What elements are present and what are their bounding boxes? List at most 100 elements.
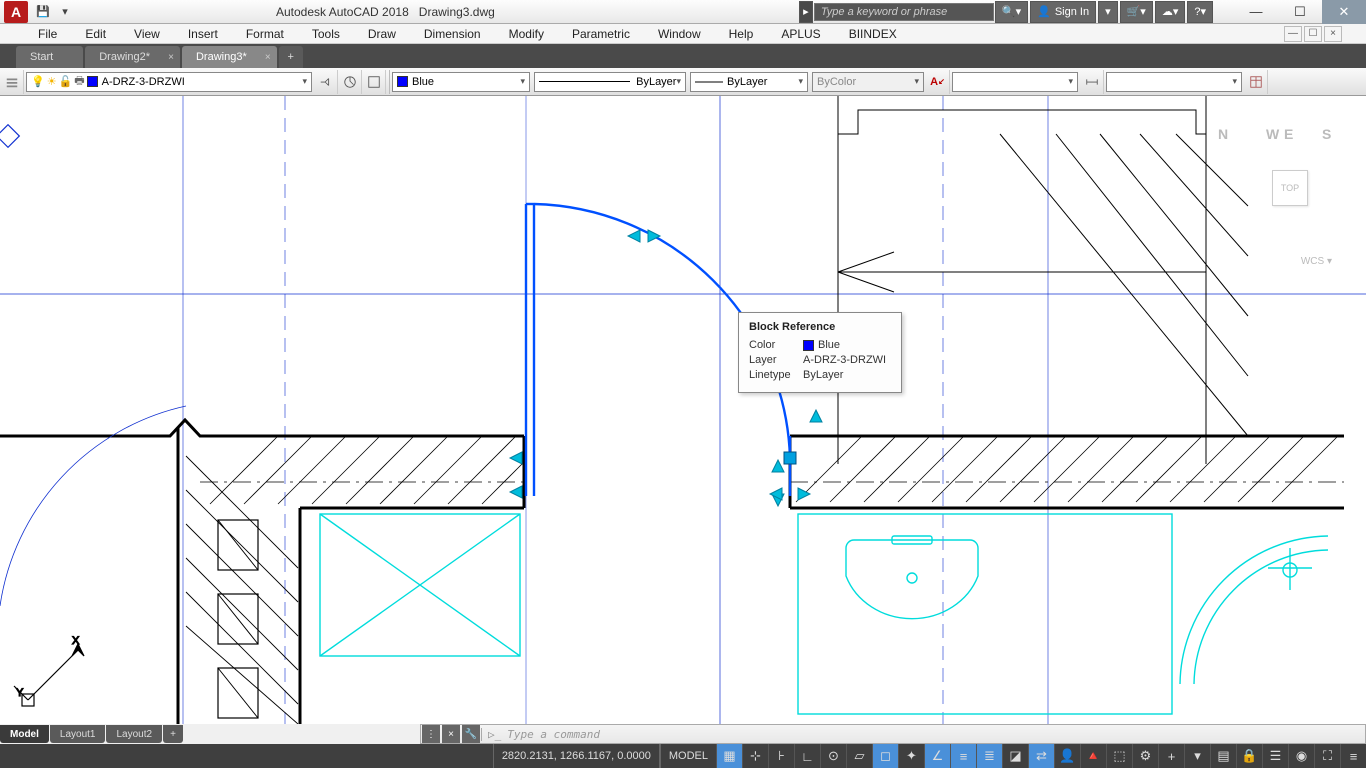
mdi-minimize-icon[interactable]: — xyxy=(1284,26,1302,42)
layout-tab-layout2[interactable]: Layout2 xyxy=(106,725,162,743)
command-input[interactable]: Type a command xyxy=(507,728,1365,741)
menu-parametric[interactable]: Parametric xyxy=(558,27,644,41)
menu-help[interactable]: Help xyxy=(715,27,768,41)
menu-tools[interactable]: Tools xyxy=(298,27,354,41)
cloud-icon[interactable]: ☁▾ xyxy=(1155,1,1186,23)
viewcube-top-face[interactable]: TOP xyxy=(1272,170,1308,206)
isodraft-button[interactable]: ▱ xyxy=(846,744,872,768)
search-arrow-icon[interactable]: ▸ xyxy=(799,1,813,23)
wcs-dropdown[interactable]: WCS ▾ xyxy=(1301,256,1332,267)
command-line[interactable]: ⋮ × 🔧 ▷_ Type a command xyxy=(420,724,1366,744)
coordinates-display[interactable]: 2820.2131, 1266.1167, 0.0000 xyxy=(493,744,660,768)
minimize-button[interactable]: — xyxy=(1234,0,1278,24)
3dosnap-button[interactable]: ✦ xyxy=(898,744,924,768)
cmdline-config-icon[interactable]: 🔧 xyxy=(462,725,480,743)
menu-insert[interactable]: Insert xyxy=(174,27,232,41)
qat-dropdown-icon[interactable]: ▾ xyxy=(54,2,76,22)
menu-modify[interactable]: Modify xyxy=(495,27,558,41)
doctab-drawing2[interactable]: Drawing2*× xyxy=(85,46,180,68)
menu-view[interactable]: View xyxy=(120,27,174,41)
viewcube[interactable]: E S N W TOP WCS ▾ xyxy=(1236,126,1336,286)
tablestyle-button[interactable] xyxy=(1244,70,1268,94)
qat-save-icon[interactable]: 💾 xyxy=(32,2,54,22)
svg-text:Y: Y xyxy=(16,687,24,699)
otrack-button[interactable]: ∠ xyxy=(924,744,950,768)
mdi-close-icon[interactable]: × xyxy=(1324,26,1342,42)
doctab-start[interactable]: Start xyxy=(16,46,83,68)
linetype-dropdown[interactable]: ByLayer ▾ xyxy=(534,72,686,92)
layer-match-button[interactable] xyxy=(314,70,338,94)
close-button[interactable]: ✕ xyxy=(1322,0,1366,24)
compass-e-icon: E xyxy=(1284,126,1293,142)
cmdline-handle-icon[interactable]: ⋮ xyxy=(422,725,440,743)
sun-icon: ☀ xyxy=(47,75,57,88)
search-button[interactable]: 🔍▾ xyxy=(995,1,1028,23)
textstyle-dropdown[interactable]: ▾ xyxy=(952,72,1078,92)
lineweight-button[interactable]: ≣ xyxy=(976,744,1002,768)
snap-button[interactable]: ⊹ xyxy=(742,744,768,768)
app-title: Autodesk AutoCAD 2018 Drawing3.dwg xyxy=(276,5,495,19)
menu-format[interactable]: Format xyxy=(232,27,298,41)
annotation-monitor-button[interactable]: + xyxy=(1158,744,1184,768)
dynamic-input-button[interactable]: ≡ xyxy=(950,744,976,768)
lock-ui-button[interactable]: 🔒 xyxy=(1236,744,1262,768)
app-logo[interactable]: A xyxy=(4,1,28,23)
menu-window[interactable]: Window xyxy=(644,27,715,41)
hardware-accel-button[interactable]: ◉ xyxy=(1288,744,1314,768)
layer-properties-button[interactable] xyxy=(0,70,24,94)
textstyle-button[interactable]: A↙ xyxy=(926,70,950,94)
doctab-drawing3[interactable]: Drawing3*× xyxy=(182,46,277,68)
selection-cycling-button[interactable]: ⇄ xyxy=(1028,744,1054,768)
layout-tab-layout1[interactable]: Layout1 xyxy=(50,725,106,743)
ortho-button[interactable]: ∟ xyxy=(794,744,820,768)
customize-button[interactable]: ≡ xyxy=(1340,744,1366,768)
close-icon[interactable]: × xyxy=(168,52,174,63)
transparency-button[interactable]: ◪ xyxy=(1002,744,1028,768)
menu-dimension[interactable]: Dimension xyxy=(410,27,495,41)
help-icon[interactable]: ?▾ xyxy=(1187,1,1213,23)
grid-button[interactable]: ▦ xyxy=(716,744,742,768)
layer-previous-button[interactable] xyxy=(338,70,362,94)
dimstyle-dropdown[interactable]: ▾ xyxy=(1106,72,1242,92)
close-icon[interactable]: × xyxy=(265,52,271,63)
color-swatch xyxy=(397,76,408,87)
cmdline-close-icon[interactable]: × xyxy=(442,725,460,743)
workspace-button[interactable]: ⚙ xyxy=(1132,744,1158,768)
menu-draw[interactable]: Draw xyxy=(354,27,410,41)
cart-icon[interactable]: 🛒▾ xyxy=(1120,1,1153,23)
lineweight-preview xyxy=(695,77,723,87)
layer-state-button[interactable] xyxy=(362,70,386,94)
plotstyle-dropdown[interactable]: ByColor ▾ xyxy=(812,72,924,92)
menu-edit[interactable]: Edit xyxy=(71,27,120,41)
menu-biindex[interactable]: BIINDEX xyxy=(835,27,911,41)
cleanscreen-button[interactable]: ⛶ xyxy=(1314,744,1340,768)
model-space-button[interactable]: MODEL xyxy=(660,744,716,768)
polar-button[interactable]: ⊙ xyxy=(820,744,846,768)
osnap-button[interactable]: ◻ xyxy=(872,744,898,768)
doctab-add[interactable]: + xyxy=(279,46,303,68)
chevron-down-icon: ▾ xyxy=(914,76,919,87)
quickprops-button[interactable]: ▤ xyxy=(1210,744,1236,768)
annoscale-button[interactable]: 🔺 xyxy=(1080,744,1106,768)
isolate-button[interactable]: ☰ xyxy=(1262,744,1288,768)
signin-button[interactable]: 👤 Sign In xyxy=(1030,1,1096,23)
menu-file[interactable]: File xyxy=(24,27,71,41)
chevron-down-icon: ▾ xyxy=(302,76,307,87)
menu-aplus[interactable]: APLUS xyxy=(767,27,834,41)
units-button[interactable]: ▾ xyxy=(1184,744,1210,768)
layer-dropdown[interactable]: 💡 ☀ 🔓 🖶 A-DRZ-3-DRZWI ▾ xyxy=(26,72,312,92)
lineweight-dropdown[interactable]: ByLayer ▾ xyxy=(690,72,808,92)
layout-tab-model[interactable]: Model xyxy=(0,725,49,743)
infowall-button[interactable]: ⊦ xyxy=(768,744,794,768)
exchange-apps-icon[interactable]: ▾ xyxy=(1098,1,1118,23)
maximize-button[interactable]: ☐ xyxy=(1278,0,1322,24)
annotation-button[interactable]: 👤 xyxy=(1054,744,1080,768)
status-bar: 2820.2131, 1266.1167, 0.0000 MODEL ▦ ⊹ ⊦… xyxy=(0,744,1366,768)
layout-tab-add[interactable]: + xyxy=(163,725,183,743)
annovisibillity-button[interactable]: ⬚ xyxy=(1106,744,1132,768)
mdi-restore-icon[interactable]: ☐ xyxy=(1304,26,1322,42)
drawing-canvas[interactable]: X Y E S N W TOP WCS ▾ xyxy=(0,96,1366,724)
color-dropdown[interactable]: Blue ▾ xyxy=(392,72,530,92)
dimstyle-button[interactable] xyxy=(1080,70,1104,94)
search-input[interactable]: Type a keyword or phrase xyxy=(814,3,994,21)
